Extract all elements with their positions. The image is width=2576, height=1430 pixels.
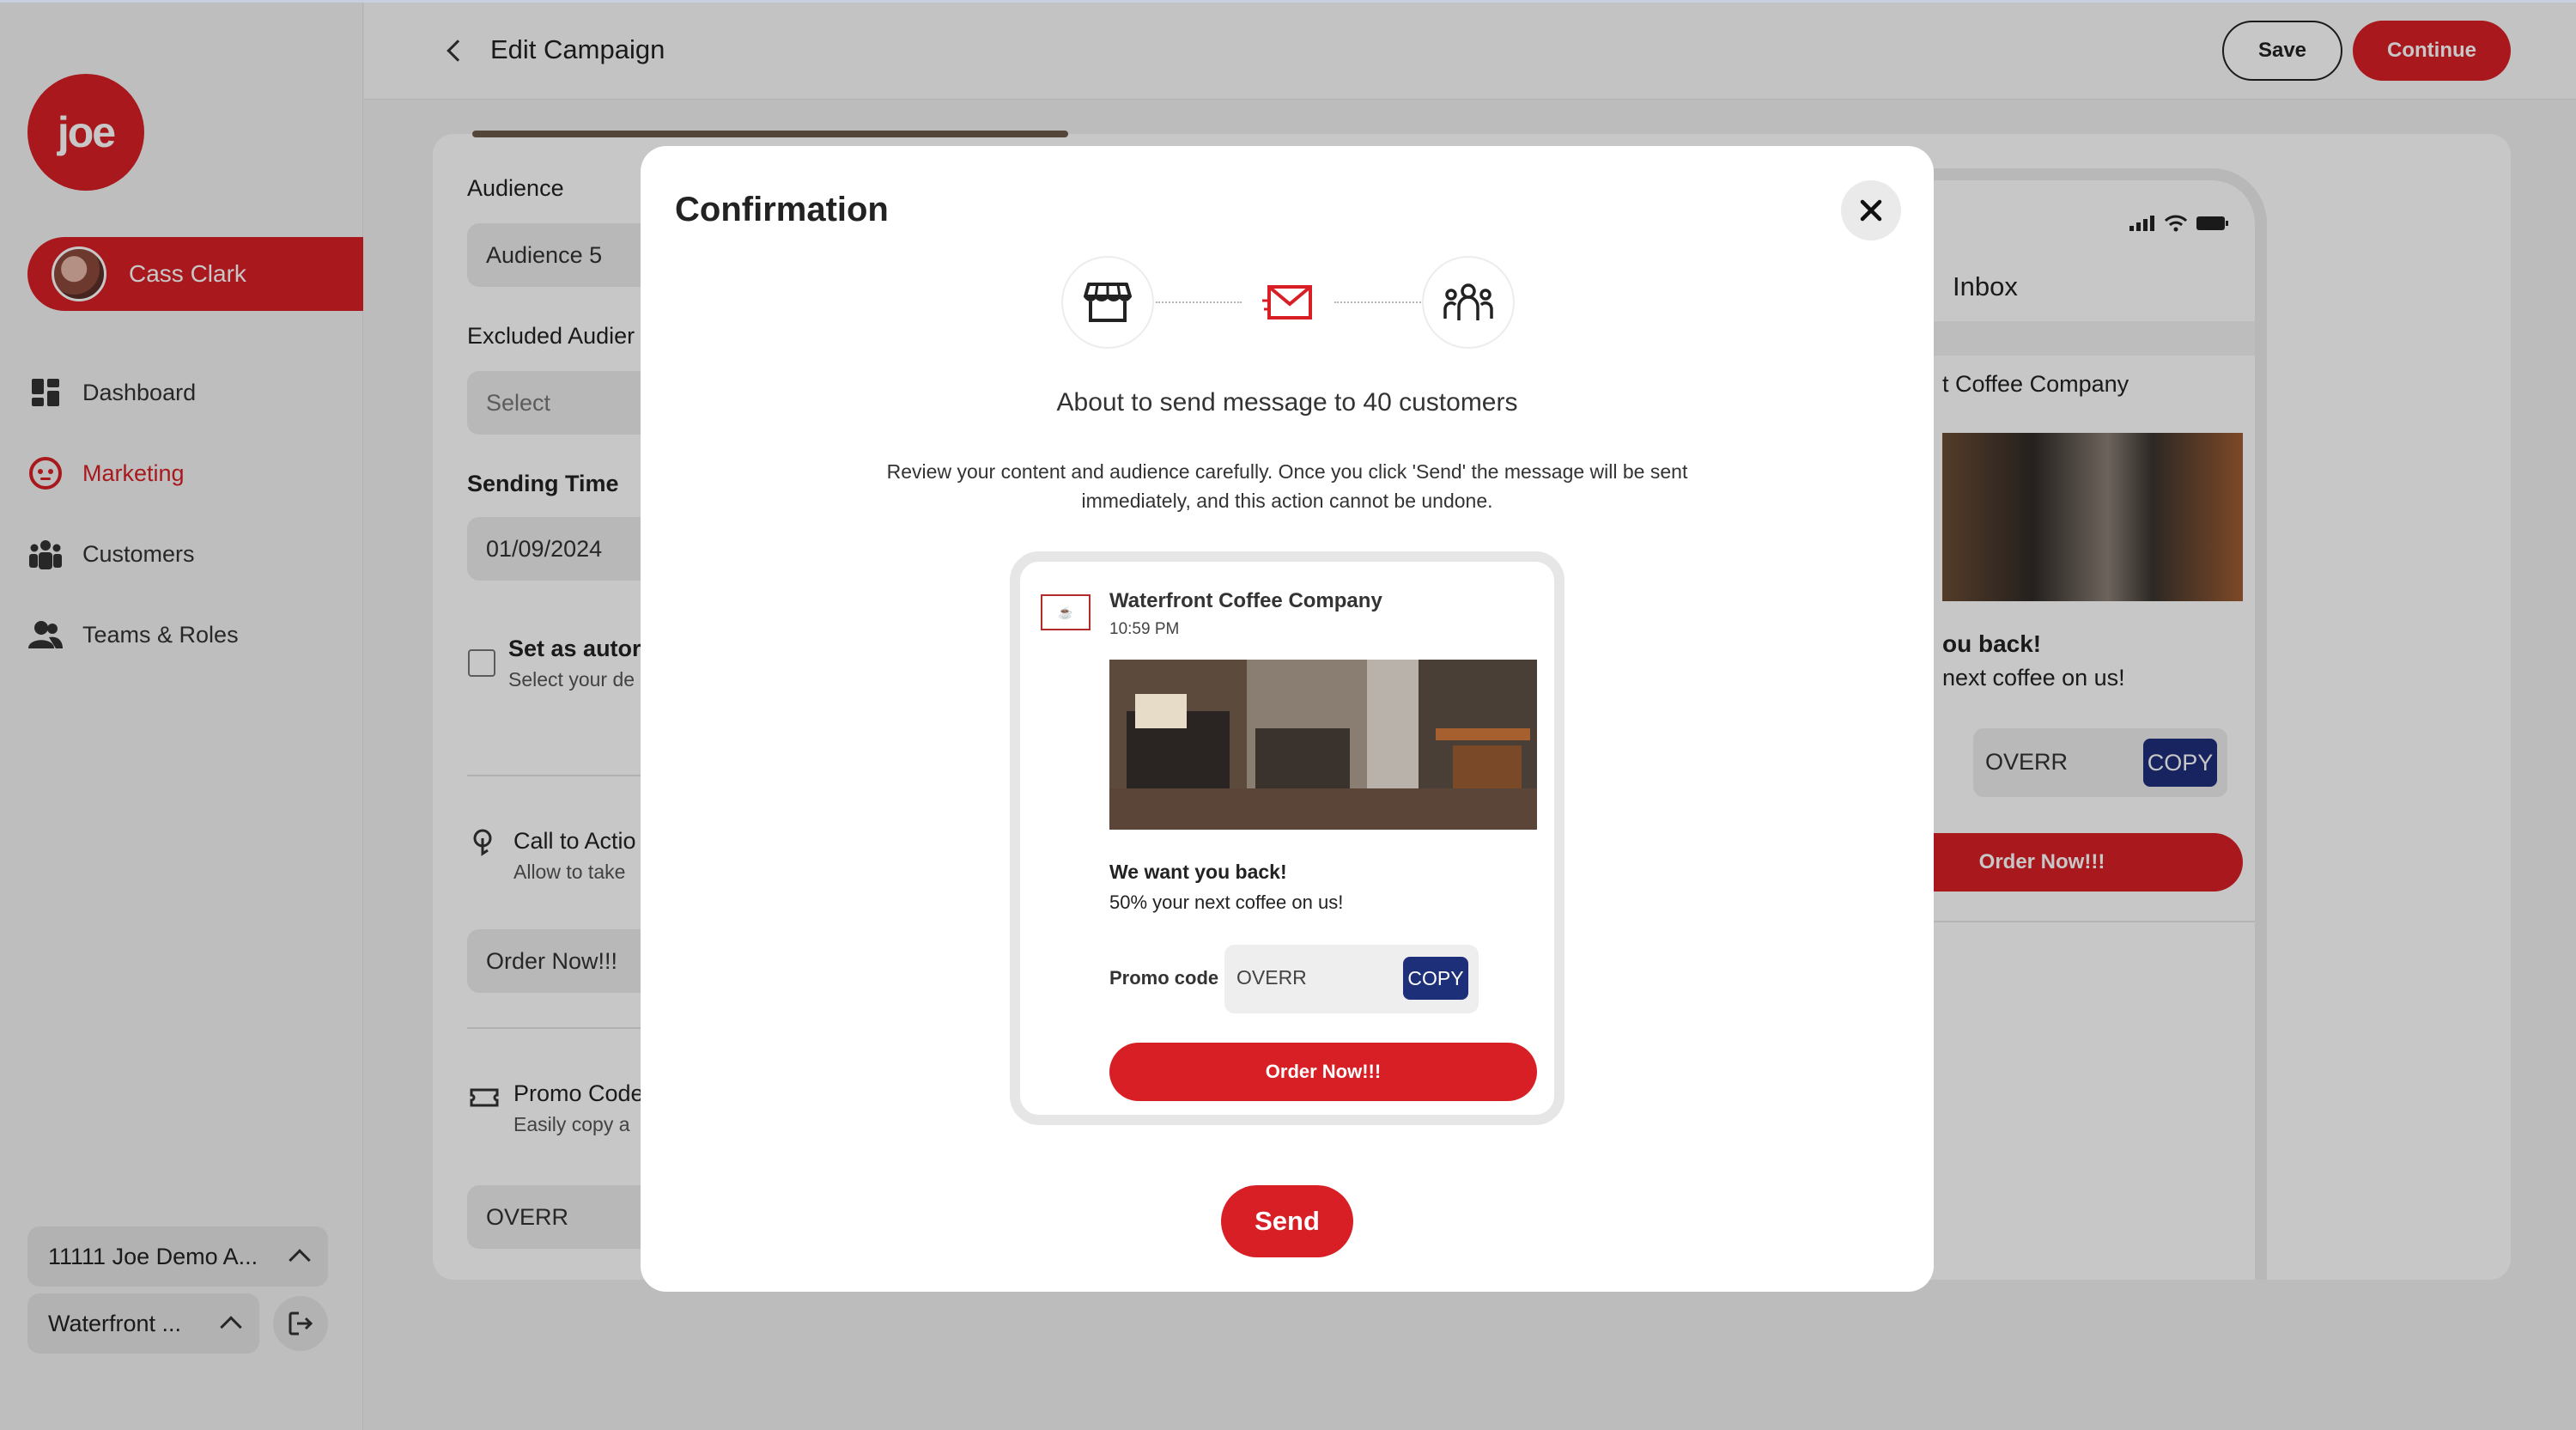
preview-subline: 50% your next coffee on us!	[1109, 891, 1344, 913]
step-store	[1061, 256, 1154, 349]
preview-campaign-image	[1109, 660, 1537, 830]
preview-headline: We want you back!	[1109, 861, 1287, 883]
modal-title: Confirmation	[675, 191, 889, 228]
preview-order-button[interactable]: Order Now!!!	[1109, 1043, 1537, 1101]
preview-promo-code: OVERR	[1236, 966, 1307, 989]
preview-promo-box: OVERR COPY	[1224, 945, 1479, 1013]
step-customers	[1422, 256, 1515, 349]
message-preview: ☕ Waterfront Coffee Company 10:59 PM We …	[1010, 551, 1564, 1125]
confirmation-modal: Confirmation About to send message to 40…	[641, 146, 1934, 1292]
close-button[interactable]	[1841, 180, 1901, 240]
close-icon	[1860, 199, 1882, 222]
preview-company-name: Waterfront Coffee Company	[1109, 589, 1382, 612]
company-logo: ☕	[1041, 594, 1091, 630]
preview-promo-label: Promo code	[1109, 967, 1219, 989]
top-border	[0, 0, 2576, 3]
envelope-icon	[1262, 285, 1312, 319]
modal-description: Review your content and audience careful…	[886, 460, 1688, 512]
step-connector	[1156, 301, 1242, 303]
step-message	[1242, 256, 1334, 349]
store-icon	[1084, 283, 1132, 322]
modal-heading: About to send message to 40 customers	[1056, 388, 1518, 417]
preview-copy-button[interactable]: COPY	[1403, 957, 1468, 1000]
step-connector	[1334, 301, 1424, 303]
preview-timestamp: 10:59 PM	[1109, 620, 1180, 638]
audience-icon	[1443, 283, 1493, 320]
send-button[interactable]: Send	[1221, 1185, 1353, 1257]
